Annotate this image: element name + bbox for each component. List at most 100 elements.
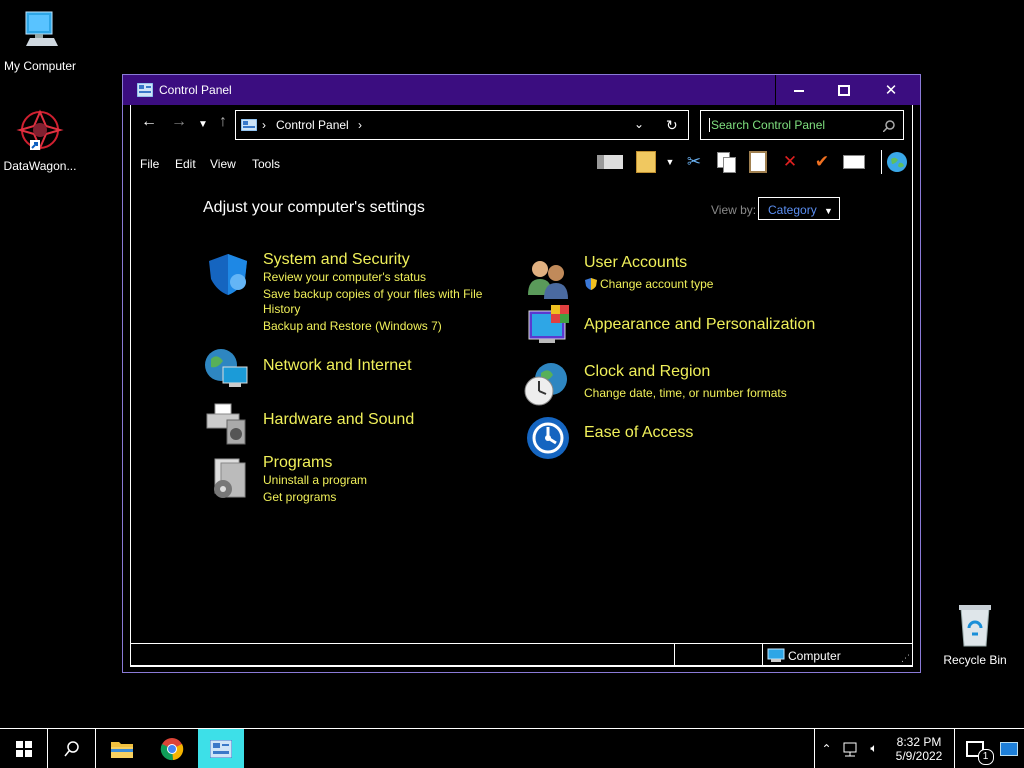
copy-button[interactable] — [713, 150, 739, 174]
properties-dropdown[interactable]: ▼ — [663, 150, 677, 174]
computer-icon — [25, 11, 58, 46]
status-divider — [762, 644, 763, 665]
show-hidden-icons-button[interactable]: ⌃ — [814, 729, 838, 768]
resize-grip-icon[interactable]: ⋰ — [901, 653, 910, 664]
volume-tray-button[interactable]: 🔈︎ — [862, 729, 886, 768]
link-get-programs[interactable]: Get programs — [263, 490, 336, 505]
rename-icon — [843, 155, 865, 169]
notification-count: 1 — [977, 748, 994, 765]
globe-button[interactable] — [881, 150, 912, 174]
category-system-security[interactable]: System and Security — [263, 251, 410, 269]
taskbar-search-button[interactable] — [48, 729, 96, 768]
search-icon — [883, 120, 895, 132]
cut-button[interactable]: ✂ — [681, 150, 707, 174]
address-dropdown-icon[interactable]: ⌄ — [634, 117, 644, 131]
category-user-accounts[interactable]: User Accounts — [584, 254, 687, 272]
rename-button[interactable] — [841, 150, 867, 174]
address-bar[interactable]: › Control Panel › ⌄ ↻ — [235, 110, 689, 140]
chevron-down-icon: ▼ — [198, 119, 208, 130]
computer-icon — [767, 648, 785, 662]
desktop-preview-icon — [1000, 741, 1018, 756]
breadcrumb-separator-icon: › — [262, 118, 266, 132]
back-button[interactable]: ← — [139, 113, 159, 131]
category-programs[interactable]: Programs — [263, 454, 332, 472]
user-accounts-icon — [528, 261, 568, 299]
clock-button[interactable]: 8:32 PM 5/9/2022 — [886, 729, 952, 768]
category-appearance-personalization[interactable]: Appearance and Personalization — [584, 316, 815, 334]
close-button[interactable]: ✕ — [868, 75, 914, 105]
control-panel-window: Control Panel ✕ ← → ▼ ↑ › Control Panel … — [122, 74, 921, 673]
arrow-left-icon: ← — [141, 113, 157, 130]
uac-shield-icon — [585, 278, 597, 290]
windows-logo-icon — [15, 740, 32, 757]
category-ease-of-access[interactable]: Ease of Access — [584, 424, 693, 442]
printer-speaker-icon — [206, 403, 246, 445]
notification-icon: 1 — [965, 740, 994, 765]
window-title: Control Panel — [159, 83, 232, 97]
control-panel-icon — [137, 83, 153, 97]
desktop-icon-my-computer[interactable]: My Computer — [0, 8, 80, 73]
paste-button[interactable] — [745, 150, 771, 174]
menu-file[interactable]: File — [140, 157, 159, 171]
category-network-internet[interactable]: Network and Internet — [263, 357, 412, 375]
start-button[interactable] — [0, 729, 48, 768]
paste-icon — [749, 151, 767, 173]
control-panel-icon — [210, 739, 232, 758]
taskbar-control-panel[interactable] — [198, 729, 244, 768]
menu-view[interactable]: View — [210, 157, 236, 171]
link-change-account-type[interactable]: Change account type — [600, 277, 713, 292]
control-panel-icon — [241, 119, 257, 131]
clock-globe-icon — [524, 363, 567, 406]
clock-time: 8:32 PM — [896, 734, 942, 749]
appearance-icon — [528, 305, 569, 343]
delete-button[interactable]: ✕ — [777, 150, 803, 174]
desktop-icon-recycle-bin[interactable]: Recycle Bin — [935, 602, 1015, 667]
search-input[interactable]: Search Control Panel — [709, 118, 825, 132]
status-location: Computer — [788, 649, 841, 663]
chrome-icon — [160, 737, 184, 760]
maximize-button[interactable] — [821, 75, 867, 105]
breadcrumb-separator-icon: › — [358, 118, 362, 132]
breadcrumb-item[interactable]: Control Panel — [276, 118, 349, 132]
up-button[interactable]: ↑ — [213, 113, 233, 131]
minimize-button[interactable] — [775, 75, 822, 105]
link-change-date-formats[interactable]: Change date, time, or number formats — [584, 386, 787, 401]
desktop-icon-label: Recycle Bin — [943, 653, 1007, 667]
refresh-icon[interactable]: ↻ — [666, 117, 678, 134]
minimize-icon — [794, 90, 804, 92]
forward-button[interactable]: → — [169, 113, 189, 131]
view-by-select[interactable]: Category ▼ — [758, 197, 840, 220]
desktop-icon-datawagon[interactable]: DataWagon... — [0, 106, 80, 173]
menu-tools[interactable]: Tools — [252, 157, 280, 171]
link-uninstall-program[interactable]: Uninstall a program — [263, 473, 367, 488]
taskbar-file-explorer[interactable] — [98, 729, 146, 768]
link-review-status[interactable]: Review your computer's status — [263, 270, 426, 285]
view-by-value: Category — [768, 203, 817, 217]
show-desktop-button[interactable] — [994, 729, 1024, 768]
folder-icon — [111, 741, 133, 758]
properties-button[interactable] — [633, 150, 659, 174]
search-icon — [63, 740, 79, 756]
menu-edit[interactable]: Edit — [175, 157, 196, 171]
maximize-icon — [838, 84, 850, 96]
scissors-icon: ✂ — [686, 152, 702, 171]
recent-locations-button[interactable]: ▼ — [193, 119, 213, 130]
page-heading: Adjust your computer's settings — [203, 199, 425, 216]
speaker-icon: 🔈︎ — [870, 741, 878, 755]
category-clock-region[interactable]: Clock and Region — [584, 363, 710, 381]
apply-button[interactable]: ✔ — [809, 150, 835, 174]
network-icon — [843, 742, 857, 756]
programs-icon — [214, 458, 246, 498]
shield-icon — [209, 254, 247, 295]
link-file-history[interactable]: Save backup copies of your files with Fi… — [263, 287, 493, 317]
title-bar[interactable]: Control Panel ✕ — [123, 75, 920, 105]
preview-pane-button[interactable] — [597, 150, 623, 174]
checkmark-icon: ✔ — [814, 152, 830, 171]
taskbar-chrome[interactable] — [148, 729, 196, 768]
search-box[interactable]: Search Control Panel — [700, 110, 904, 140]
delete-x-icon: ✕ — [782, 152, 798, 171]
link-backup-restore[interactable]: Backup and Restore (Windows 7) — [263, 319, 442, 334]
network-tray-button[interactable] — [838, 729, 862, 768]
category-hardware-sound[interactable]: Hardware and Sound — [263, 411, 414, 429]
action-center-button[interactable]: 1 — [954, 729, 994, 768]
